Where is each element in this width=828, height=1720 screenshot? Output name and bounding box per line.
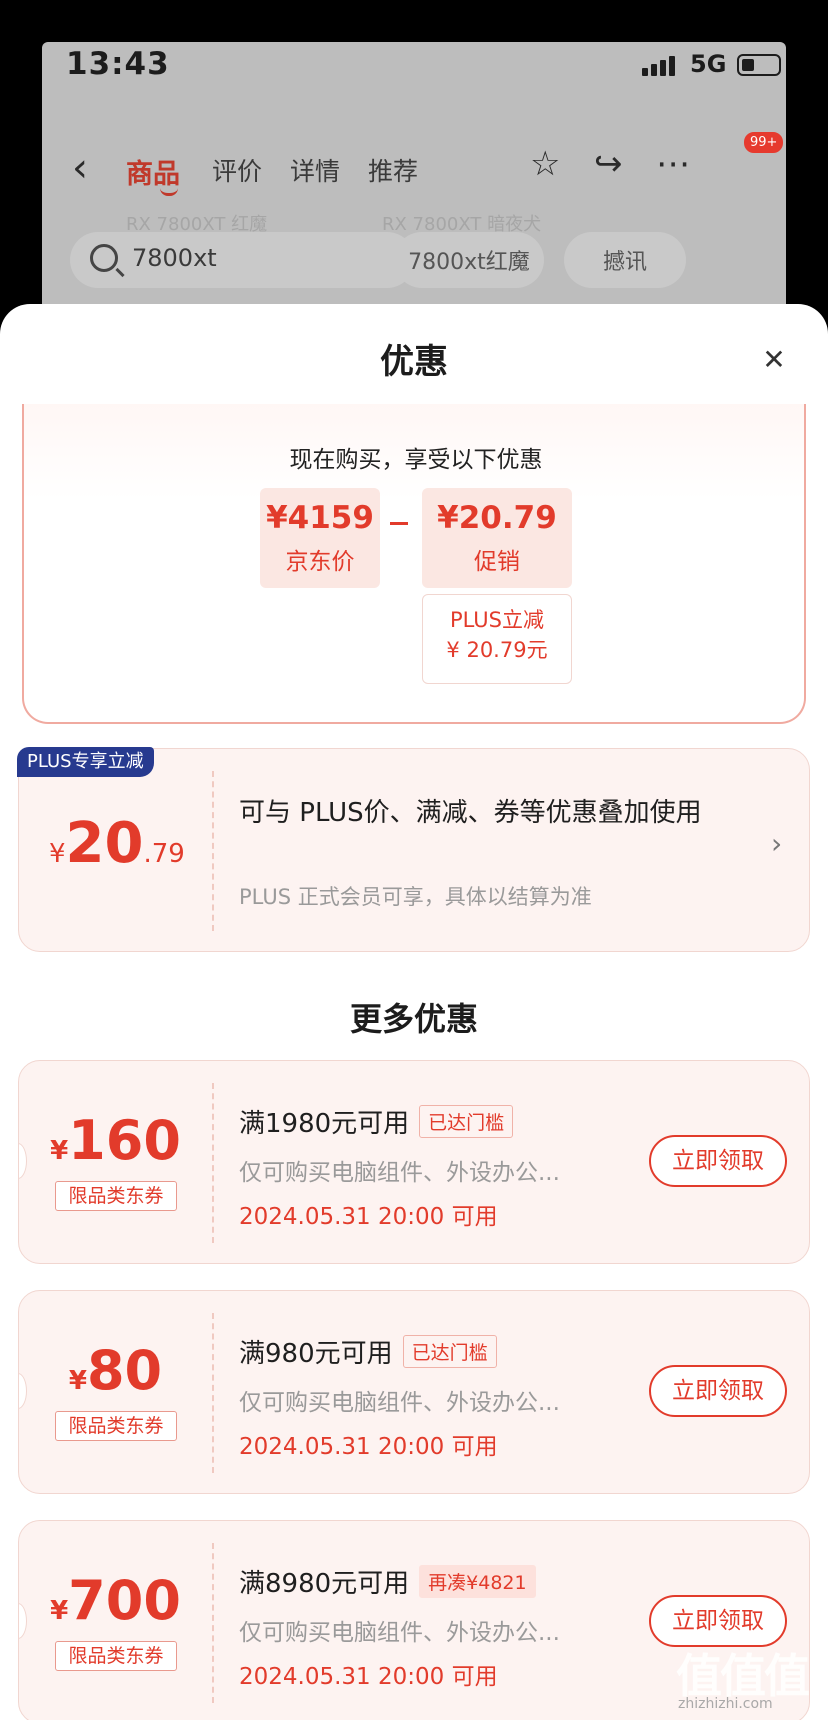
screen: 13:43 5G ‹ 商品 评价 详情 推荐 ☆ ↪ ⋯ 99+ RX 7800… xyxy=(0,0,828,1720)
tab-recommend[interactable]: 推荐 xyxy=(368,152,418,188)
price-summary: 现在购买，享受以下优惠 ¥4159 京东价 ¥20.79 促销 PLUS立减 ¥… xyxy=(22,404,806,724)
coupon-value: 160 xyxy=(68,1109,181,1172)
coupon-type-tag: 限品类东券 xyxy=(55,1411,177,1441)
suggest-chip-1[interactable]: 7800xt红魔 xyxy=(394,232,544,288)
plus-amount: ¥20.79 xyxy=(49,811,185,876)
coupon-status-badge: 已达门槛 xyxy=(419,1105,514,1138)
search-icon xyxy=(90,244,118,272)
coupon-value: 700 xyxy=(68,1569,181,1632)
more-icon[interactable]: ⋯ xyxy=(656,144,692,184)
more-discounts-title: 更多优惠 xyxy=(349,1000,478,1038)
coupon-description: 仅可购买电脑组件、外设办公... xyxy=(239,1160,560,1186)
coupon-threshold: 满980元可用 已达门槛 xyxy=(239,1333,497,1370)
claim-button[interactable]: 立即领取 xyxy=(649,1365,787,1417)
search-input[interactable]: 7800xt xyxy=(70,232,415,288)
tab-details[interactable]: 详情 xyxy=(290,152,340,188)
plus-deduction-amount: ¥ 20.79元 xyxy=(446,638,548,662)
promo-amount: ¥20.79 xyxy=(437,500,557,536)
coupon-threshold-text: 满8980元可用 xyxy=(239,1569,410,1599)
tab-reviews[interactable]: 评价 xyxy=(212,152,262,188)
coupon-type-tag: 限品类东券 xyxy=(55,1641,177,1671)
star-icon[interactable]: ☆ xyxy=(530,144,560,184)
search-text: 7800xt xyxy=(132,244,217,272)
jd-price-box: ¥4159 京东价 xyxy=(260,488,380,588)
card-divider xyxy=(212,1543,214,1703)
coupon-date: 2024.05.31 20:00 可用 xyxy=(239,1664,498,1690)
coupon-amount: ¥80 xyxy=(19,1339,212,1402)
product-nav: ‹ 商品 评价 详情 推荐 ☆ ↪ ⋯ 99+ xyxy=(42,130,786,202)
coupon-yen: ¥ xyxy=(50,1596,69,1626)
watermark-url: zhizhizhi.com xyxy=(678,1696,773,1712)
status-time: 13:43 xyxy=(66,46,170,82)
discount-sheet: 优惠 ✕ 现在购买，享受以下优惠 ¥4159 京东价 ¥20.79 促销 PLU… xyxy=(0,304,828,1720)
coupon-threshold: 满1980元可用 已达门槛 xyxy=(239,1103,514,1140)
back-arrow-icon[interactable]: ‹ xyxy=(72,148,88,188)
message-badge: 99+ xyxy=(742,130,786,155)
promo-label: 促销 xyxy=(474,549,520,575)
summary-heading: 现在购买，享受以下优惠 xyxy=(289,447,543,473)
plus-amount-yen: ¥ xyxy=(49,839,66,869)
plus-deduction-box: PLUS立减 ¥ 20.79元 xyxy=(422,594,572,684)
coupon-threshold-text: 满980元可用 xyxy=(239,1339,393,1369)
signal-icon xyxy=(642,54,675,76)
plus-tag: PLUS专享立减 xyxy=(17,747,154,777)
card-divider xyxy=(212,1313,214,1473)
close-button[interactable]: ✕ xyxy=(756,342,792,378)
coupon-threshold-text: 满1980元可用 xyxy=(239,1109,410,1139)
coupon-value: 80 xyxy=(86,1339,163,1402)
plus-amount-int: 20 xyxy=(65,811,144,876)
suggest-chip-2[interactable]: 撼讯 xyxy=(564,232,686,288)
tab-active-indicator xyxy=(160,188,178,196)
search-row: RX 7800XT 红魔 RX 7800XT 暗夜犬 7800xt 7800xt… xyxy=(42,210,786,288)
claim-button[interactable]: 立即领取 xyxy=(649,1135,787,1187)
coupon-amount: ¥160 xyxy=(19,1109,212,1172)
status-bar: 13:43 5G xyxy=(42,42,786,112)
coupon-description: 仅可购买电脑组件、外设办公... xyxy=(239,1620,560,1646)
card-divider xyxy=(212,771,214,931)
coupon-status-badge: 已达门槛 xyxy=(402,1335,497,1368)
plus-amount-dec: .79 xyxy=(143,839,185,869)
share-icon[interactable]: ↪ xyxy=(594,144,623,184)
coupon-description: 仅可购买电脑组件、外设办公... xyxy=(239,1390,560,1416)
coupon-status-badge: 再凑¥4821 xyxy=(419,1565,536,1598)
card-divider xyxy=(212,1083,214,1243)
plus-main-text: 可与 PLUS价、满减、券等优惠叠加使用 xyxy=(239,798,702,828)
sheet-title: 优惠 xyxy=(380,342,448,382)
jd-price-amount: ¥4159 xyxy=(266,500,374,536)
coupon-type-tag: 限品类东券 xyxy=(55,1181,177,1211)
coupon-yen: ¥ xyxy=(68,1366,87,1396)
jd-price-label: 京东价 xyxy=(285,549,355,575)
minus-sign xyxy=(390,522,408,525)
plus-deduction-title: PLUS立减 xyxy=(449,608,545,632)
coupon-threshold: 满8980元可用 再凑¥4821 xyxy=(239,1563,536,1600)
coupon-date: 2024.05.31 20:00 可用 xyxy=(239,1434,498,1460)
coupon-card: ¥160 限品类东券 满1980元可用 已达门槛 仅可购买电脑组件、外设办公...… xyxy=(18,1060,810,1264)
coupon-date: 2024.05.31 20:00 可用 xyxy=(239,1204,498,1230)
tab-product[interactable]: 商品 xyxy=(126,152,180,191)
battery-icon xyxy=(737,54,781,76)
coupon-yen: ¥ xyxy=(50,1136,69,1166)
network-type: 5G xyxy=(690,50,727,78)
plus-sub-text: PLUS 正式会员可享，具体以结算为准 xyxy=(239,885,592,909)
plus-discount-card[interactable]: PLUS专享立减 ¥20.79 可与 PLUS价、满减、券等优惠叠加使用 PLU… xyxy=(17,747,810,952)
chevron-right-icon: › xyxy=(771,827,783,860)
promo-box: ¥20.79 促销 xyxy=(422,488,572,588)
coupon-amount: ¥700 xyxy=(19,1569,212,1632)
coupon-card: ¥80 限品类东券 满980元可用 已达门槛 仅可购买电脑组件、外设办公... 2… xyxy=(18,1290,810,1494)
